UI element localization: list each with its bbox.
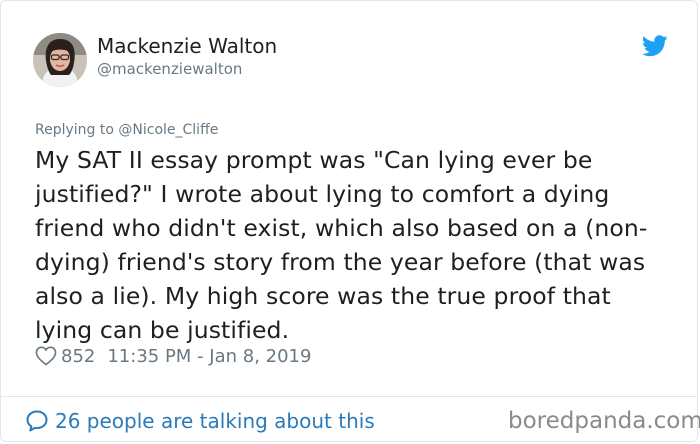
twitter-bird-icon[interactable] — [642, 35, 668, 57]
user-handle[interactable]: @mackenziewalton — [97, 59, 242, 79]
divider — [1, 396, 697, 397]
reply-context: Replying to @Nicole_Cliffe — [35, 121, 218, 139]
speech-bubble-icon — [26, 410, 48, 432]
tweet-text: My SAT II essay prompt was "Can lying ev… — [35, 146, 648, 344]
tweet-card: Mackenzie Walton @mackenziewalton Replyi… — [0, 0, 700, 442]
like-count[interactable]: 852 — [61, 346, 95, 367]
display-name[interactable]: Mackenzie Walton — [97, 34, 277, 58]
watermark: boredpanda.com — [508, 408, 700, 434]
tweet-meta: 852 11:35 PM - Jan 8, 2019 — [35, 344, 311, 368]
avatar[interactable] — [33, 33, 87, 87]
timestamp-link[interactable]: 11:35 PM - Jan 8, 2019 — [107, 346, 311, 367]
reply-mention-link[interactable]: @Nicole_Cliffe — [118, 122, 218, 138]
reply-prefix: Replying to — [35, 122, 119, 138]
heart-icon[interactable] — [35, 346, 57, 366]
conversation-link[interactable]: 26 people are talking about this — [25, 407, 375, 435]
avatar-photo — [33, 33, 87, 87]
talking-text: 26 people are talking about this — [55, 409, 375, 433]
